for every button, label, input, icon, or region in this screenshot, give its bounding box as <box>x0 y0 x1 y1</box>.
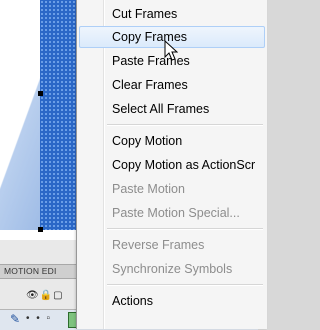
menu-item-label: Paste Motion Special... <box>112 206 240 220</box>
menu-item-label: Synchronize Symbols <box>112 262 233 276</box>
motion-editor-tab[interactable]: MOTION EDI <box>0 264 84 279</box>
menu-item-label: Reverse Frames <box>112 238 205 252</box>
menu-item-reverse-frames: Reverse Frames <box>79 234 265 256</box>
menu-item-cut-frames[interactable]: Cut Frames <box>79 3 265 25</box>
transform-handle[interactable] <box>38 91 43 96</box>
menu-item-copy-motion[interactable]: Copy Motion <box>79 130 265 152</box>
menu-item-label: Copy Motion <box>112 134 183 148</box>
menu-item-label: Actions <box>112 294 153 308</box>
menu-item-label: Copy Motion as ActionScr <box>112 158 256 172</box>
menu-item-label: Clear Frames <box>112 78 188 92</box>
menu-item-paste-motion: Paste Motion <box>79 178 265 200</box>
layer-visibility-lock-outline-icons[interactable]: 👁🔒▢ <box>26 290 64 301</box>
shape-gradient-edge <box>0 0 40 230</box>
menu-item-label: Paste Motion <box>112 182 185 196</box>
menu-item-label: Select All Frames <box>112 102 210 116</box>
menu-item-clear-frames[interactable]: Clear Frames <box>79 74 265 96</box>
mouse-pointer-icon <box>164 40 178 61</box>
menu-item-actions[interactable]: Actions <box>79 290 265 312</box>
menu-separator <box>107 124 263 126</box>
menu-item-label: Paste Frames <box>112 54 190 68</box>
pencil-icon: ✎ <box>10 312 21 326</box>
transform-handle[interactable] <box>38 227 43 232</box>
menu-item-copy-motion-as-actionscript[interactable]: Copy Motion as ActionScr <box>79 154 265 176</box>
menu-item-label: Cut Frames <box>112 7 178 21</box>
menu-item-select-all-frames[interactable]: Select All Frames <box>79 98 265 120</box>
menu-separator <box>107 284 263 286</box>
menu-item-synchronize-symbols: Synchronize Symbols <box>79 258 265 280</box>
layer-state-dots[interactable]: • • ▫ <box>26 313 52 324</box>
menu-item-paste-motion-special: Paste Motion Special... <box>79 202 265 224</box>
menu-separator <box>107 228 263 230</box>
